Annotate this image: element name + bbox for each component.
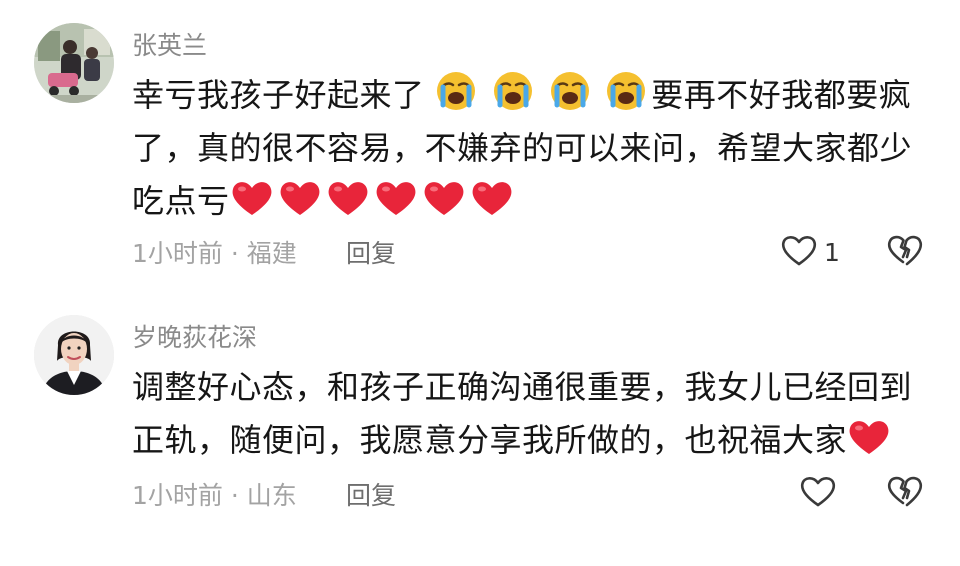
red-heart-emoji [422,178,466,218]
heart-outline-icon [780,233,818,271]
red-heart-emoji [278,178,322,218]
avatar[interactable] [34,23,114,103]
comment-line-text: 吃点亏 [132,182,230,220]
red-heart-emoji [470,178,514,218]
loudly-crying-face-emoji [605,70,647,112]
dislike-button[interactable] [886,474,924,512]
comment-meta: 1小时前 · 山东 [132,481,297,510]
like-button[interactable] [799,474,837,512]
username[interactable]: 岁晚荻花深 [132,318,257,354]
username[interactable]: 张英兰 [132,26,207,62]
dislike-button[interactable] [886,233,924,271]
heart-outline-icon [799,474,837,512]
like-button[interactable]: 1 [780,233,840,271]
loudly-crying-face-emoji [492,70,534,112]
avatar[interactable] [34,315,114,395]
reply-button[interactable]: 回复 [346,476,396,512]
red-heart-emoji [847,417,891,457]
comment-line: 了，真的很不容易，不嫌弃的可以来问，希望大家都少 [132,129,913,167]
reply-button[interactable]: 回复 [346,234,396,270]
avatar-photo [34,23,114,103]
comment-text: 调整好心态，和孩子正确沟通很重要，我女儿已经回到 正轨，随便问，我愿意分享我所做… [132,361,922,467]
like-count: 1 [824,237,840,267]
comment-line: 正轨，随便问，我愿意分享我所做的，也祝福大家 [132,414,922,467]
loudly-crying-face-emoji [549,70,591,112]
broken-heart-icon [886,476,924,512]
broken-heart-icon [886,235,924,271]
comment-line-text: 要再不好我都要疯 [651,76,912,114]
comment-line-text: 正轨，随便问，我愿意分享我所做的，也祝福大家 [132,421,848,459]
comment-meta: 1小时前 · 福建 [132,239,297,268]
avatar-photo [34,315,114,395]
comment-line: 调整好心态，和孩子正确沟通很重要，我女儿已经回到 [132,368,913,406]
red-heart-emoji [374,178,418,218]
loudly-crying-face-emoji [435,70,477,112]
comment-line: 幸亏我孩子好起来了 要再不好我都要疯 [132,69,922,122]
comment-text: 幸亏我孩子好起来了 要再不好我都要疯 了，真的很不容易，不嫌弃的可以来问，希望大… [132,69,922,228]
red-heart-emoji [230,178,274,218]
comment-line-text: 幸亏我孩子好起来了 [132,76,425,114]
red-heart-emoji [326,178,370,218]
comment-line: 吃点亏 [132,175,922,228]
